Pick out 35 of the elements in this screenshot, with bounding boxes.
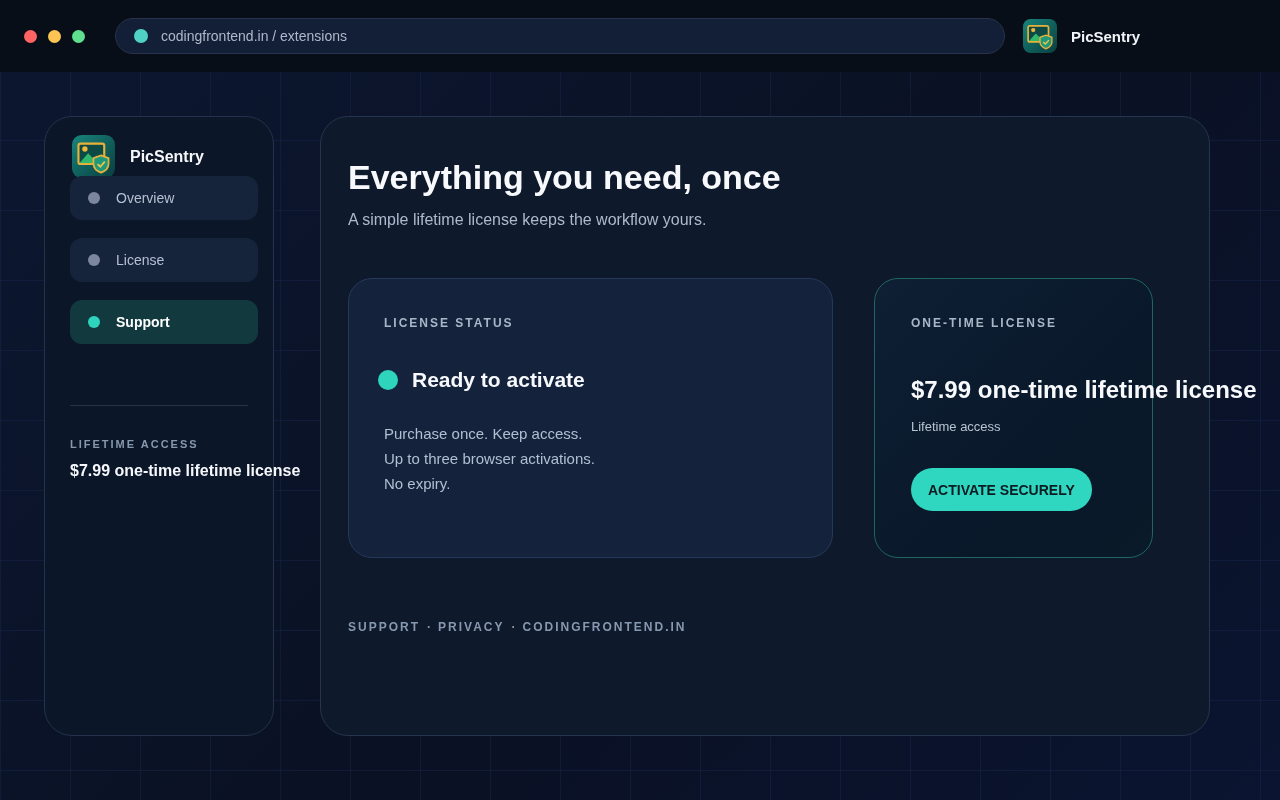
site-status-dot-icon xyxy=(134,29,148,43)
sidebar-nav-item[interactable]: License xyxy=(70,238,258,282)
feature-line: No expiry. xyxy=(384,474,451,494)
window-control-dot[interactable] xyxy=(72,29,85,43)
page-title: Everything you need, once xyxy=(348,157,781,197)
feature-line: Purchase once. Keep access. xyxy=(384,424,583,444)
footer-link[interactable]: SUPPORT xyxy=(348,619,420,635)
sidebar-nav-item[interactable]: Support xyxy=(70,300,258,344)
app-name: PicSentry xyxy=(1071,27,1141,45)
app-logo-icon xyxy=(72,135,115,178)
sidebar-nav-item[interactable]: Overview xyxy=(70,176,258,220)
status-text: Ready to activate xyxy=(412,368,585,392)
price-text: $7.99 one-time lifetime license xyxy=(70,462,301,480)
card-label: ONE-TIME LICENSE xyxy=(911,316,1057,330)
activate-button[interactable]: ACTIVATE SECURELY xyxy=(911,468,1092,511)
app-logo-icon[interactable] xyxy=(1023,19,1057,53)
address-bar[interactable]: codingfrontend.in / extensions xyxy=(115,18,1005,54)
page-subtitle: A simple lifetime license keeps the workflow yours. xyxy=(348,210,707,230)
card-label: LICENSE STATUS xyxy=(384,316,514,330)
price-text: $7.99 one-time lifetime license xyxy=(911,376,1257,404)
window-control-dot[interactable] xyxy=(24,29,37,43)
bullet-dot-icon xyxy=(88,254,100,266)
feature-line: Up to three browser activations. xyxy=(384,449,595,469)
price-note: Lifetime access xyxy=(911,419,1001,435)
section-label: LIFETIME ACCESS xyxy=(70,438,200,450)
status-dot-icon xyxy=(378,370,398,390)
brand-name: PicSentry xyxy=(130,147,204,166)
link-separator: · xyxy=(427,619,431,635)
url-text: codingfrontend.in / extensions xyxy=(161,28,347,44)
link-separator: · xyxy=(511,619,516,635)
footer-link[interactable]: CODINGFRONTEND.IN xyxy=(522,619,687,635)
window-control-dot[interactable] xyxy=(48,29,61,43)
bullet-dot-icon xyxy=(88,316,100,328)
footer-link[interactable]: PRIVACY xyxy=(438,619,505,635)
bullet-dot-icon xyxy=(88,192,100,204)
